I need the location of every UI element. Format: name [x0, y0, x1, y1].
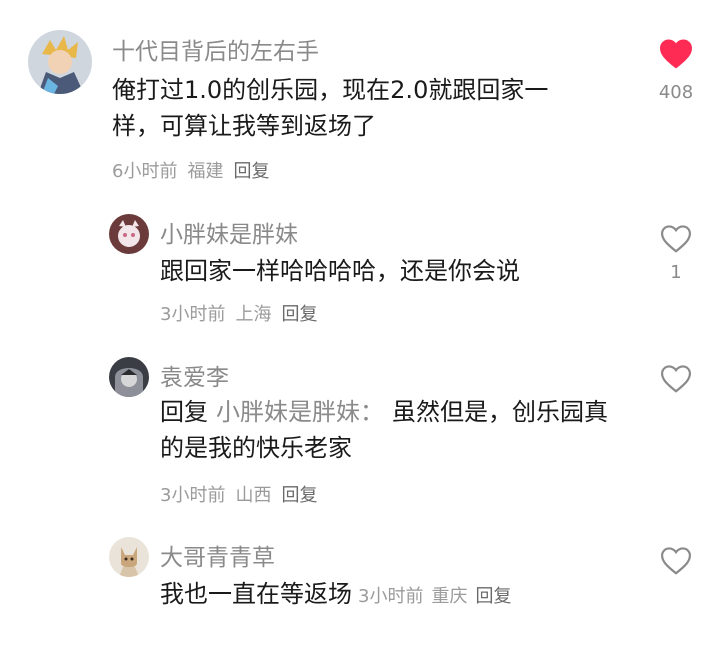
- reply-item: 大哥青青草 我也一直在等返场 3小时前 重庆 回复: [0, 525, 720, 656]
- comment-time: 6小时前: [112, 161, 178, 182]
- comment-meta: 6小时前 福建 回复: [112, 157, 279, 183]
- like-button[interactable]: 1: [656, 224, 696, 283]
- heart-filled-icon: [660, 39, 692, 69]
- reply-button[interactable]: 回复: [233, 161, 269, 182]
- heart-outline-icon: [660, 365, 692, 393]
- like-button[interactable]: [656, 364, 696, 398]
- comment-username[interactable]: 大哥青青草: [160, 538, 275, 572]
- comment-meta: 3小时前 上海 回复: [160, 300, 327, 326]
- like-button[interactable]: [656, 546, 696, 580]
- comment-username[interactable]: 十代目背后的左右手: [112, 32, 319, 66]
- avatar[interactable]: [109, 357, 149, 397]
- reply-item: 小胖妹是胖妹 跟回家一样哈哈哈哈，还是你会说 3小时前 上海 回复 1: [0, 200, 720, 340]
- comment-text: 我也一直在等返场 3小时前 重庆 回复: [160, 576, 660, 612]
- reply-button[interactable]: 回复: [475, 586, 511, 607]
- comment-username[interactable]: 小胖妹是胖妹: [160, 215, 298, 249]
- comment-location: 山西: [235, 485, 272, 506]
- avatar[interactable]: [109, 537, 149, 577]
- comment-text: 跟回家一样哈哈哈哈，还是你会说: [160, 257, 520, 285]
- comment-meta: 3小时前 山西 回复: [160, 481, 327, 507]
- heart-outline-icon: [660, 547, 692, 575]
- like-count: 408: [658, 82, 694, 103]
- comment-item: 十代目背后的左右手 俺打过1.0的创乐园，现在2.0就跟回家一样，可算让我等到返…: [0, 0, 720, 200]
- reply-target-username[interactable]: 小胖妹是胖妹：: [216, 398, 384, 426]
- reply-prefix: 回复: [160, 398, 208, 426]
- comment-text: 回复 小胖妹是胖妹： 虽然但是，创乐园真的是我的快乐老家: [160, 394, 620, 466]
- comment-location: 福建: [187, 161, 224, 182]
- heart-outline-icon: [660, 225, 692, 253]
- comment-text: 俺打过1.0的创乐园，现在2.0就跟回家一样，可算让我等到返场了: [112, 76, 549, 140]
- comment-time: 3小时前: [160, 485, 226, 506]
- avatar[interactable]: [109, 214, 149, 254]
- reply-body: 我也一直在等返场: [160, 580, 352, 608]
- comment-time: 3小时前: [160, 304, 226, 325]
- like-button[interactable]: 408: [656, 38, 696, 103]
- reply-item: 袁爱李 回复 小胖妹是胖妹： 虽然但是，创乐园真的是我的快乐老家 3小时前 山西 回复: [0, 340, 720, 525]
- reply-button[interactable]: 回复: [281, 304, 317, 325]
- comment-time: 3小时前: [358, 586, 424, 607]
- comment-location: 上海: [235, 304, 272, 325]
- comment-username[interactable]: 袁爱李: [160, 358, 229, 392]
- like-count: 1: [670, 262, 682, 283]
- comment-location: 重庆: [431, 586, 468, 607]
- avatar[interactable]: [28, 30, 92, 94]
- reply-button[interactable]: 回复: [281, 485, 317, 506]
- comment-meta: 3小时前 重庆 回复: [358, 586, 519, 607]
